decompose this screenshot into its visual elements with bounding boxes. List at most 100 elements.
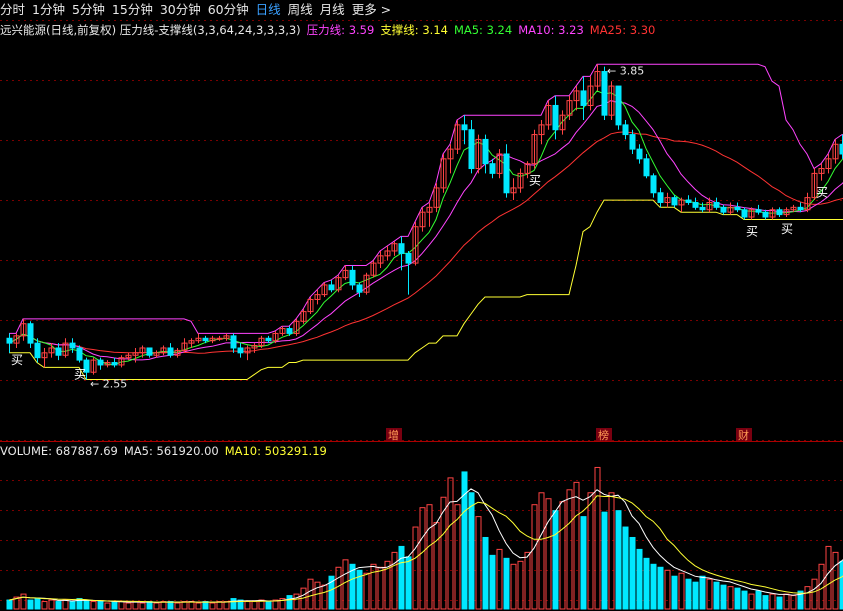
volume-bar-112 [790, 595, 797, 610]
candle-body-110 [776, 209, 783, 216]
volume-bar-13 [97, 601, 104, 610]
buy-signal-0: 买 [11, 353, 23, 367]
buy-signal-2: 买 [529, 174, 541, 188]
volume-bar-98 [692, 581, 699, 610]
candle-body-7 [55, 347, 62, 356]
volume-bar-100 [706, 578, 713, 610]
volume-bar-91 [643, 557, 650, 610]
volume-bar-7 [55, 601, 62, 610]
candle-body-92 [650, 175, 657, 194]
volume-bar-41 [293, 593, 300, 610]
volume-bar-45 [321, 584, 328, 610]
volume-bar-60 [426, 504, 433, 610]
grid-lines [0, 20, 843, 601]
volume-bar-81 [573, 481, 580, 610]
candle-body-78 [552, 104, 559, 131]
volume-bar-95 [671, 575, 678, 610]
candle-body-65 [461, 124, 468, 131]
volume-bar-67 [475, 516, 482, 610]
volume-bar-94 [664, 569, 671, 610]
candle-body-82 [580, 90, 587, 106]
volume-bar-59 [419, 507, 426, 610]
volume-bar-32 [230, 598, 237, 610]
candle-body-28 [202, 337, 209, 342]
volume-bar-21 [153, 602, 160, 610]
volume-bar-15 [111, 601, 118, 610]
volume-bar-88 [622, 526, 629, 610]
volume-bar-75 [531, 504, 538, 610]
buy-signal-3: 买 [746, 224, 758, 238]
event-tag-2: 财 [738, 428, 749, 442]
volume-bar-77 [545, 498, 552, 610]
candle-body-104 [734, 206, 741, 211]
volume-bar-26 [188, 601, 195, 610]
volume-bar-53 [377, 566, 384, 610]
candle-body-69 [489, 163, 496, 174]
event-tag-0: 增 [388, 428, 399, 442]
buy-signal-5: 买 [816, 186, 828, 200]
volume-bar-17 [125, 602, 132, 610]
candle-body-108 [762, 211, 769, 218]
volume-bar-2 [20, 593, 27, 610]
candle-body-89 [629, 134, 636, 150]
candle-body-13 [97, 359, 104, 366]
candle-body-99 [699, 206, 706, 211]
volume-bar-4 [34, 598, 41, 610]
volume-bar-23 [167, 601, 174, 610]
volume-bar-93 [657, 566, 664, 610]
volume-bar-28 [202, 601, 209, 610]
volume-bar-110 [776, 596, 783, 610]
volume-bar-12 [90, 601, 97, 610]
low-marker: ← 2.55 [90, 378, 127, 391]
volume-bar-68 [482, 536, 489, 610]
candle-body-23 [167, 347, 174, 356]
volume-bar-43 [307, 578, 314, 610]
event-tag-1: 榜 [598, 428, 609, 442]
volume-bar-37 [265, 601, 272, 610]
pressure-line [9, 63, 843, 334]
candle-body-107 [755, 209, 762, 213]
candle-body-50 [356, 284, 363, 293]
volume-bar-108 [762, 595, 769, 610]
high-marker: ← 3.85 [607, 64, 644, 77]
volume-bar-117 [825, 545, 832, 610]
volume-bar-24 [174, 602, 181, 610]
volume-bar-105 [741, 590, 748, 610]
volume-bar-104 [734, 587, 741, 610]
volume-bar-103 [727, 586, 734, 610]
candle-body-95 [671, 197, 678, 206]
candle-body-33 [237, 347, 244, 354]
candle-body-88 [622, 124, 629, 136]
volume-bar-3 [27, 599, 34, 610]
candle-body-10 [76, 347, 83, 361]
indicator-lines [8, 63, 843, 380]
volume-bar-84 [594, 466, 601, 610]
candle-body-49 [349, 269, 356, 286]
candle-body-102 [720, 206, 727, 213]
volume-bar-31 [223, 601, 230, 610]
volume-bar-58 [412, 526, 419, 610]
volume-bar-27 [195, 602, 202, 610]
volume-bar-73 [517, 560, 524, 610]
ma10-line [8, 100, 843, 361]
volume-bar-34 [244, 601, 251, 610]
candle-body-85 [601, 71, 608, 116]
candle-body-101 [713, 201, 720, 208]
candle-body-46 [328, 284, 335, 291]
volume-bar-90 [636, 548, 643, 610]
volume-bar-19 [139, 602, 146, 610]
volume-bar-99 [699, 575, 706, 610]
candle-body-71 [503, 153, 510, 194]
candle-body-56 [398, 243, 405, 254]
ma5-line [8, 90, 843, 366]
volume-bar-61 [433, 522, 440, 610]
volume-bar-11 [83, 599, 90, 610]
candle-body-68 [482, 138, 489, 165]
kline-chart[interactable]: ← 3.85← 2.55买买买买 买买增榜财 [0, 0, 843, 611]
volume-bar-116 [818, 563, 825, 610]
candle-body-93 [657, 192, 664, 203]
chart-annotations: ← 3.85← 2.55买买买买 买买增榜财 [11, 64, 828, 442]
volume-bar-111 [783, 593, 790, 610]
volume-bar-25 [181, 601, 188, 610]
volume-bar-57 [405, 556, 412, 610]
